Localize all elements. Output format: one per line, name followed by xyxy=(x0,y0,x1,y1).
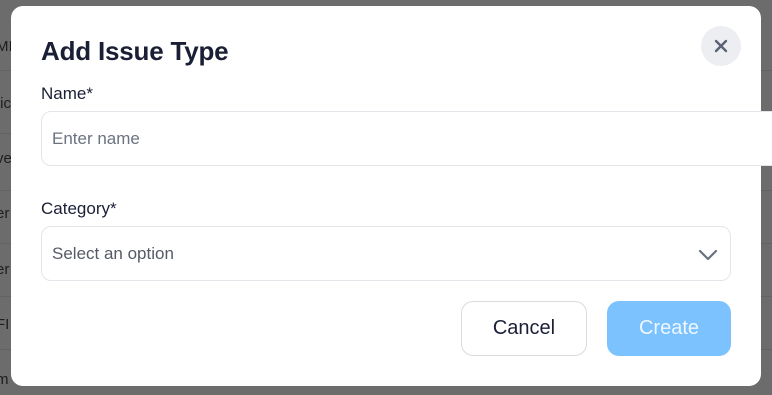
chevron-down-icon xyxy=(698,249,718,261)
name-label: Name* xyxy=(41,84,93,103)
name-input[interactable] xyxy=(41,111,772,166)
category-select[interactable]: Select an option xyxy=(41,226,731,281)
category-select-value: Select an option xyxy=(52,244,174,263)
create-button[interactable]: Create xyxy=(607,301,731,356)
cancel-button[interactable]: Cancel xyxy=(461,301,587,356)
category-label: Category* xyxy=(41,199,117,218)
close-button[interactable] xyxy=(701,26,741,66)
add-issue-type-dialog: Add Issue Type Name* Category* Select an… xyxy=(11,6,772,386)
dialog-title: Add Issue Type xyxy=(41,36,229,66)
close-icon xyxy=(714,39,728,53)
